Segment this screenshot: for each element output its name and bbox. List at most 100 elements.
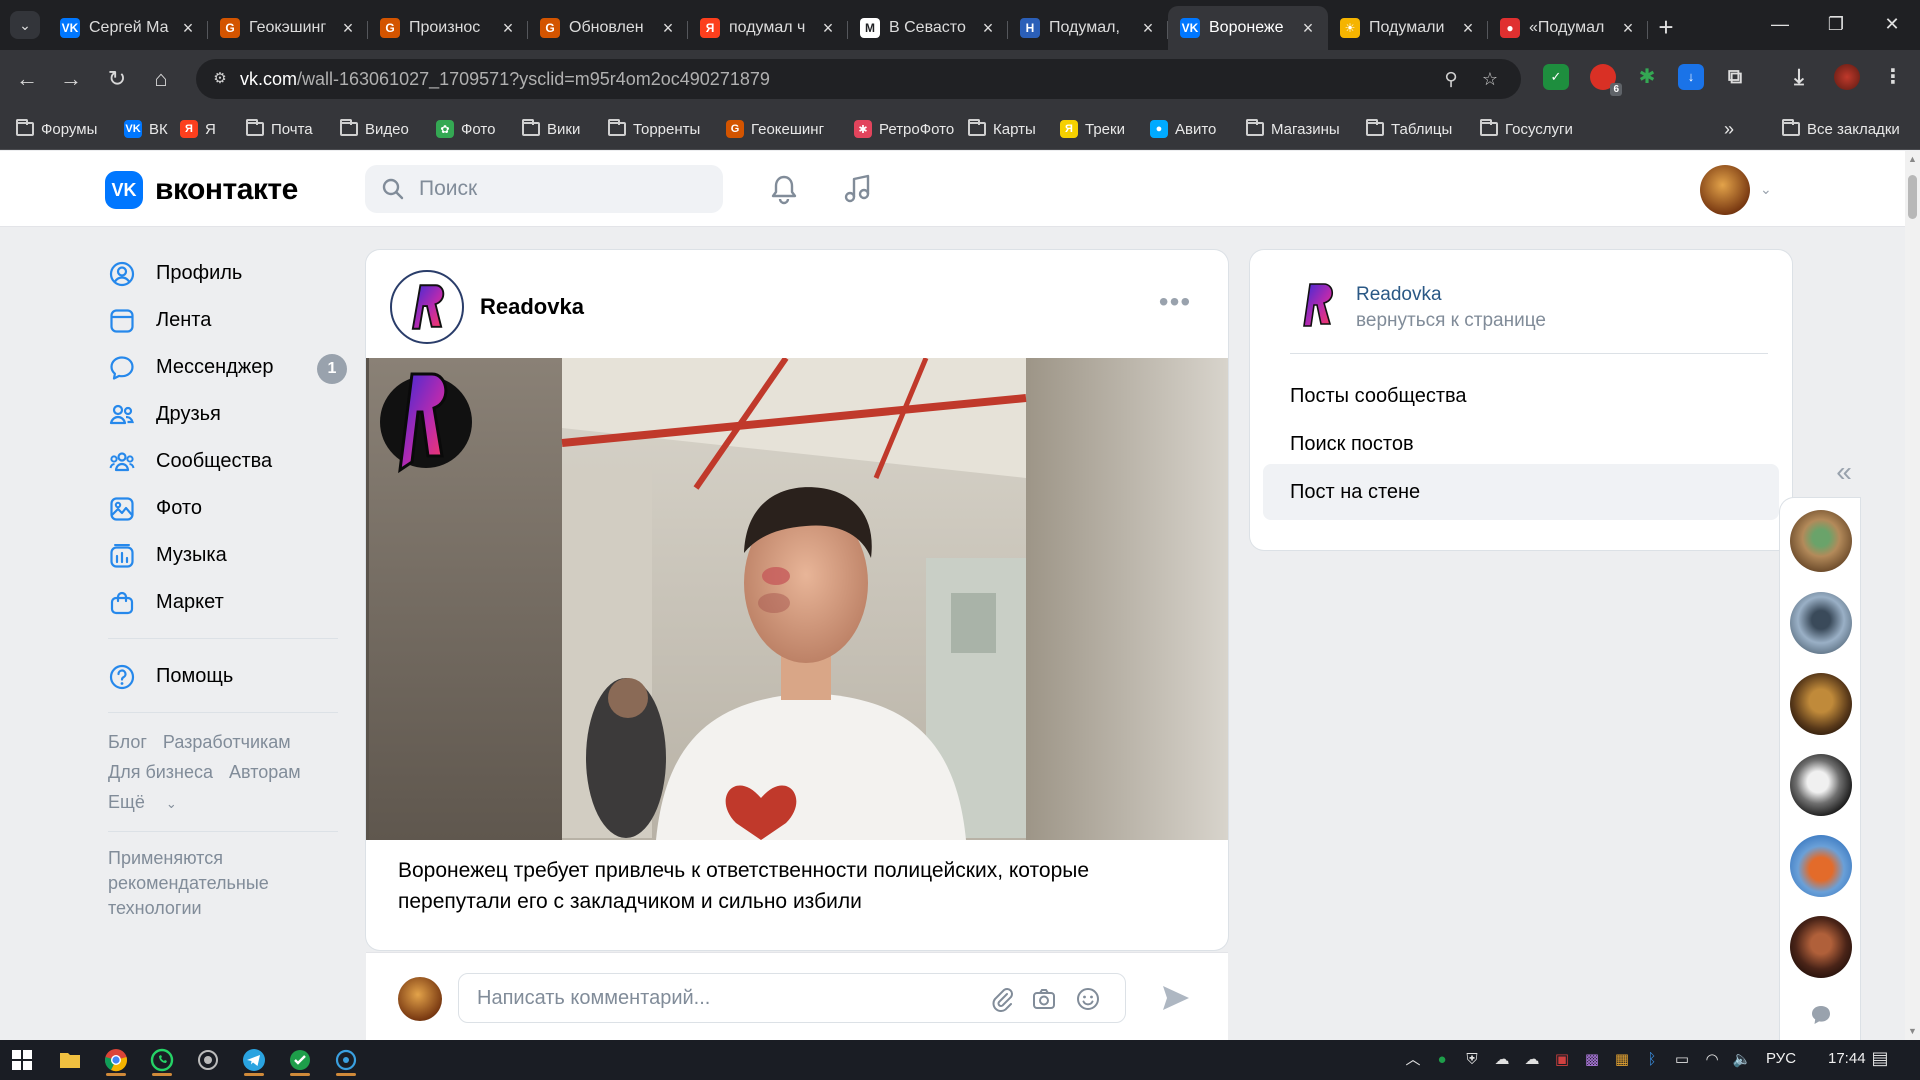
sidebar-item-market[interactable]: Маркет xyxy=(108,579,348,626)
scroll-up-arrow-icon[interactable]: ▲ xyxy=(1907,154,1918,164)
community-name-link[interactable]: Readovka xyxy=(1356,284,1442,306)
vk-logo[interactable]: VK вконтакте xyxy=(105,171,298,209)
notifications-icon[interactable]: ▤ xyxy=(1870,1048,1890,1068)
sidebar-item-music[interactable]: Музыка xyxy=(108,532,348,579)
browser-menu-icon[interactable]: ⋮ xyxy=(1880,64,1906,90)
close-tab-icon[interactable]: × xyxy=(658,18,678,38)
new-tab-button[interactable]: + xyxy=(1648,9,1684,47)
battery-icon[interactable]: ▭ xyxy=(1672,1050,1692,1070)
collapse-double-chevron-icon[interactable]: « xyxy=(1830,458,1858,488)
panel-menu-item[interactable]: Пост на стене xyxy=(1263,464,1779,520)
bookmark-item[interactable]: VK ВК xyxy=(124,117,168,141)
footer-link-business[interactable]: Для бизнеса xyxy=(108,757,213,787)
post-author-name[interactable]: Readovka xyxy=(480,294,584,320)
zoom-icon[interactable]: ⚲ xyxy=(1439,67,1463,91)
green-app-icon[interactable] xyxy=(282,1044,318,1076)
footer-link-more[interactable]: Ещё ⌄ xyxy=(108,787,193,819)
minimize-button[interactable]: — xyxy=(1752,0,1808,50)
commenter-avatar[interactable] xyxy=(398,977,442,1021)
site-info-icon[interactable]: ⚙ xyxy=(210,69,230,89)
friend-avatar[interactable] xyxy=(1790,754,1852,816)
browser-tab[interactable]: VK Воронеже × xyxy=(1168,6,1328,50)
extensions-icon[interactable]: ⧉ xyxy=(1722,64,1748,90)
close-tab-icon[interactable]: × xyxy=(1138,18,1158,38)
wifi-icon[interactable]: ◠ xyxy=(1702,1050,1722,1070)
sidebar-item-messenger[interactable]: Мессенджер 1 xyxy=(108,344,348,391)
tray-overflow-chevron-icon[interactable]: ︿ xyxy=(1403,1050,1423,1070)
tray-color-icon[interactable]: ▦ xyxy=(1612,1050,1632,1070)
download-extension-icon[interactable]: ↓ xyxy=(1678,64,1704,90)
volume-icon[interactable]: 🔈 xyxy=(1732,1050,1752,1070)
post-photo[interactable] xyxy=(366,358,1228,840)
sidebar-item-profile[interactable]: Профиль xyxy=(108,250,348,297)
sidebar-item-help[interactable]: Помощь xyxy=(108,653,348,700)
back-button[interactable]: ← xyxy=(12,64,42,94)
bookmark-star-icon[interactable]: ☆ xyxy=(1478,67,1502,91)
sidebar-item-communities[interactable]: Сообщества xyxy=(108,438,348,485)
whatsapp-icon[interactable] xyxy=(144,1044,180,1076)
browser-tab[interactable]: G Произнос × xyxy=(368,9,528,47)
tray-cloud-icon[interactable]: ☁ xyxy=(1492,1050,1512,1070)
bookmark-item[interactable]: ЯЯ xyxy=(180,117,216,141)
friend-avatar[interactable] xyxy=(1790,916,1852,978)
page-scrollbar[interactable]: ▲ ▼ xyxy=(1905,151,1920,1040)
browser-tab[interactable]: М В Севасто × xyxy=(848,9,1008,47)
bookmark-item[interactable]: Карты xyxy=(968,117,1036,141)
close-tab-icon[interactable]: × xyxy=(1618,18,1638,38)
back-to-page-link[interactable]: вернуться к странице xyxy=(1356,310,1546,332)
home-button[interactable]: ⌂ xyxy=(146,64,176,94)
browser-tab[interactable]: ● «Подумал × xyxy=(1488,9,1648,47)
reload-button[interactable]: ↻ xyxy=(102,64,132,94)
friend-avatar[interactable] xyxy=(1790,673,1852,735)
browser-tab[interactable]: VK Сергей Ма × xyxy=(48,9,208,47)
scroll-down-arrow-icon[interactable]: ▼ xyxy=(1907,1026,1918,1036)
footer-link-developers[interactable]: Разработчикам xyxy=(163,727,291,757)
bookmark-item[interactable]: ● Авито xyxy=(1150,117,1216,141)
recommendation-tech-notice[interactable]: Применяются рекомендательные технологии xyxy=(108,846,308,921)
sidebar-item-feed[interactable]: Лента xyxy=(108,297,348,344)
browser-tab[interactable]: Н Подумал, × xyxy=(1008,9,1168,47)
bluetooth-icon[interactable]: ᛒ xyxy=(1642,1050,1662,1070)
footer-link-blog[interactable]: Блог xyxy=(108,727,147,757)
bookmark-item[interactable]: Вики xyxy=(522,117,580,141)
close-tab-icon[interactable]: × xyxy=(338,18,358,38)
adblock-extension-icon[interactable]: 6 xyxy=(1590,64,1622,96)
tray-gpu-icon[interactable]: ▣ xyxy=(1552,1050,1572,1070)
windows-start-icon[interactable] xyxy=(4,1044,40,1076)
clock-time[interactable]: 17:44 xyxy=(1828,1050,1866,1067)
close-tab-icon[interactable]: × xyxy=(178,18,198,38)
notifications-bell-icon[interactable] xyxy=(766,171,802,207)
bookmark-item[interactable]: Форумы xyxy=(16,117,97,141)
camera-icon[interactable] xyxy=(1031,986,1057,1012)
music-note-icon[interactable] xyxy=(840,171,876,207)
forward-button[interactable]: → xyxy=(56,64,86,94)
bookmark-item[interactable]: Таблицы xyxy=(1366,117,1452,141)
sidebar-item-photo[interactable]: Фото xyxy=(108,485,348,532)
url-text[interactable]: vk.com/wall-163061027_1709571?ysclid=m95… xyxy=(240,69,770,90)
bookmark-item[interactable]: Госуслуги xyxy=(1480,117,1573,141)
shield-extension-icon[interactable]: ✓ xyxy=(1543,64,1569,90)
chat-bubble-icon[interactable] xyxy=(1808,1002,1834,1028)
sidebar-item-friends[interactable]: Друзья xyxy=(108,391,348,438)
scrollbar-thumb[interactable] xyxy=(1908,175,1917,219)
chevron-down-icon[interactable]: ⌄ xyxy=(1760,181,1776,197)
close-tab-icon[interactable]: × xyxy=(818,18,838,38)
close-tab-icon[interactable]: × xyxy=(978,18,998,38)
chrome-icon[interactable] xyxy=(98,1044,134,1076)
bookmark-item[interactable]: Торренты xyxy=(608,117,700,141)
browser-tab[interactable]: Яподумал ч × xyxy=(688,9,848,47)
telegram-icon[interactable] xyxy=(236,1044,272,1076)
attach-paperclip-icon[interactable] xyxy=(989,986,1015,1012)
friend-avatar[interactable] xyxy=(1790,592,1852,654)
vk-search-box[interactable] xyxy=(365,165,723,213)
tab-search-button[interactable]: ⌄ xyxy=(10,11,40,39)
bookmark-item[interactable]: Почта xyxy=(246,117,313,141)
friend-avatar[interactable] xyxy=(1790,835,1852,897)
community-avatar-small[interactable] xyxy=(1290,278,1344,332)
send-icon[interactable] xyxy=(1159,981,1193,1015)
browser-tab[interactable]: G Обновлен × xyxy=(528,9,688,47)
more-bookmarks-button[interactable]: » xyxy=(1724,117,1734,141)
profile-avatar-icon[interactable] xyxy=(1834,64,1860,90)
browser-tab[interactable]: ☀ Подумали × xyxy=(1328,9,1488,47)
bookmark-item[interactable]: Видео xyxy=(340,117,409,141)
